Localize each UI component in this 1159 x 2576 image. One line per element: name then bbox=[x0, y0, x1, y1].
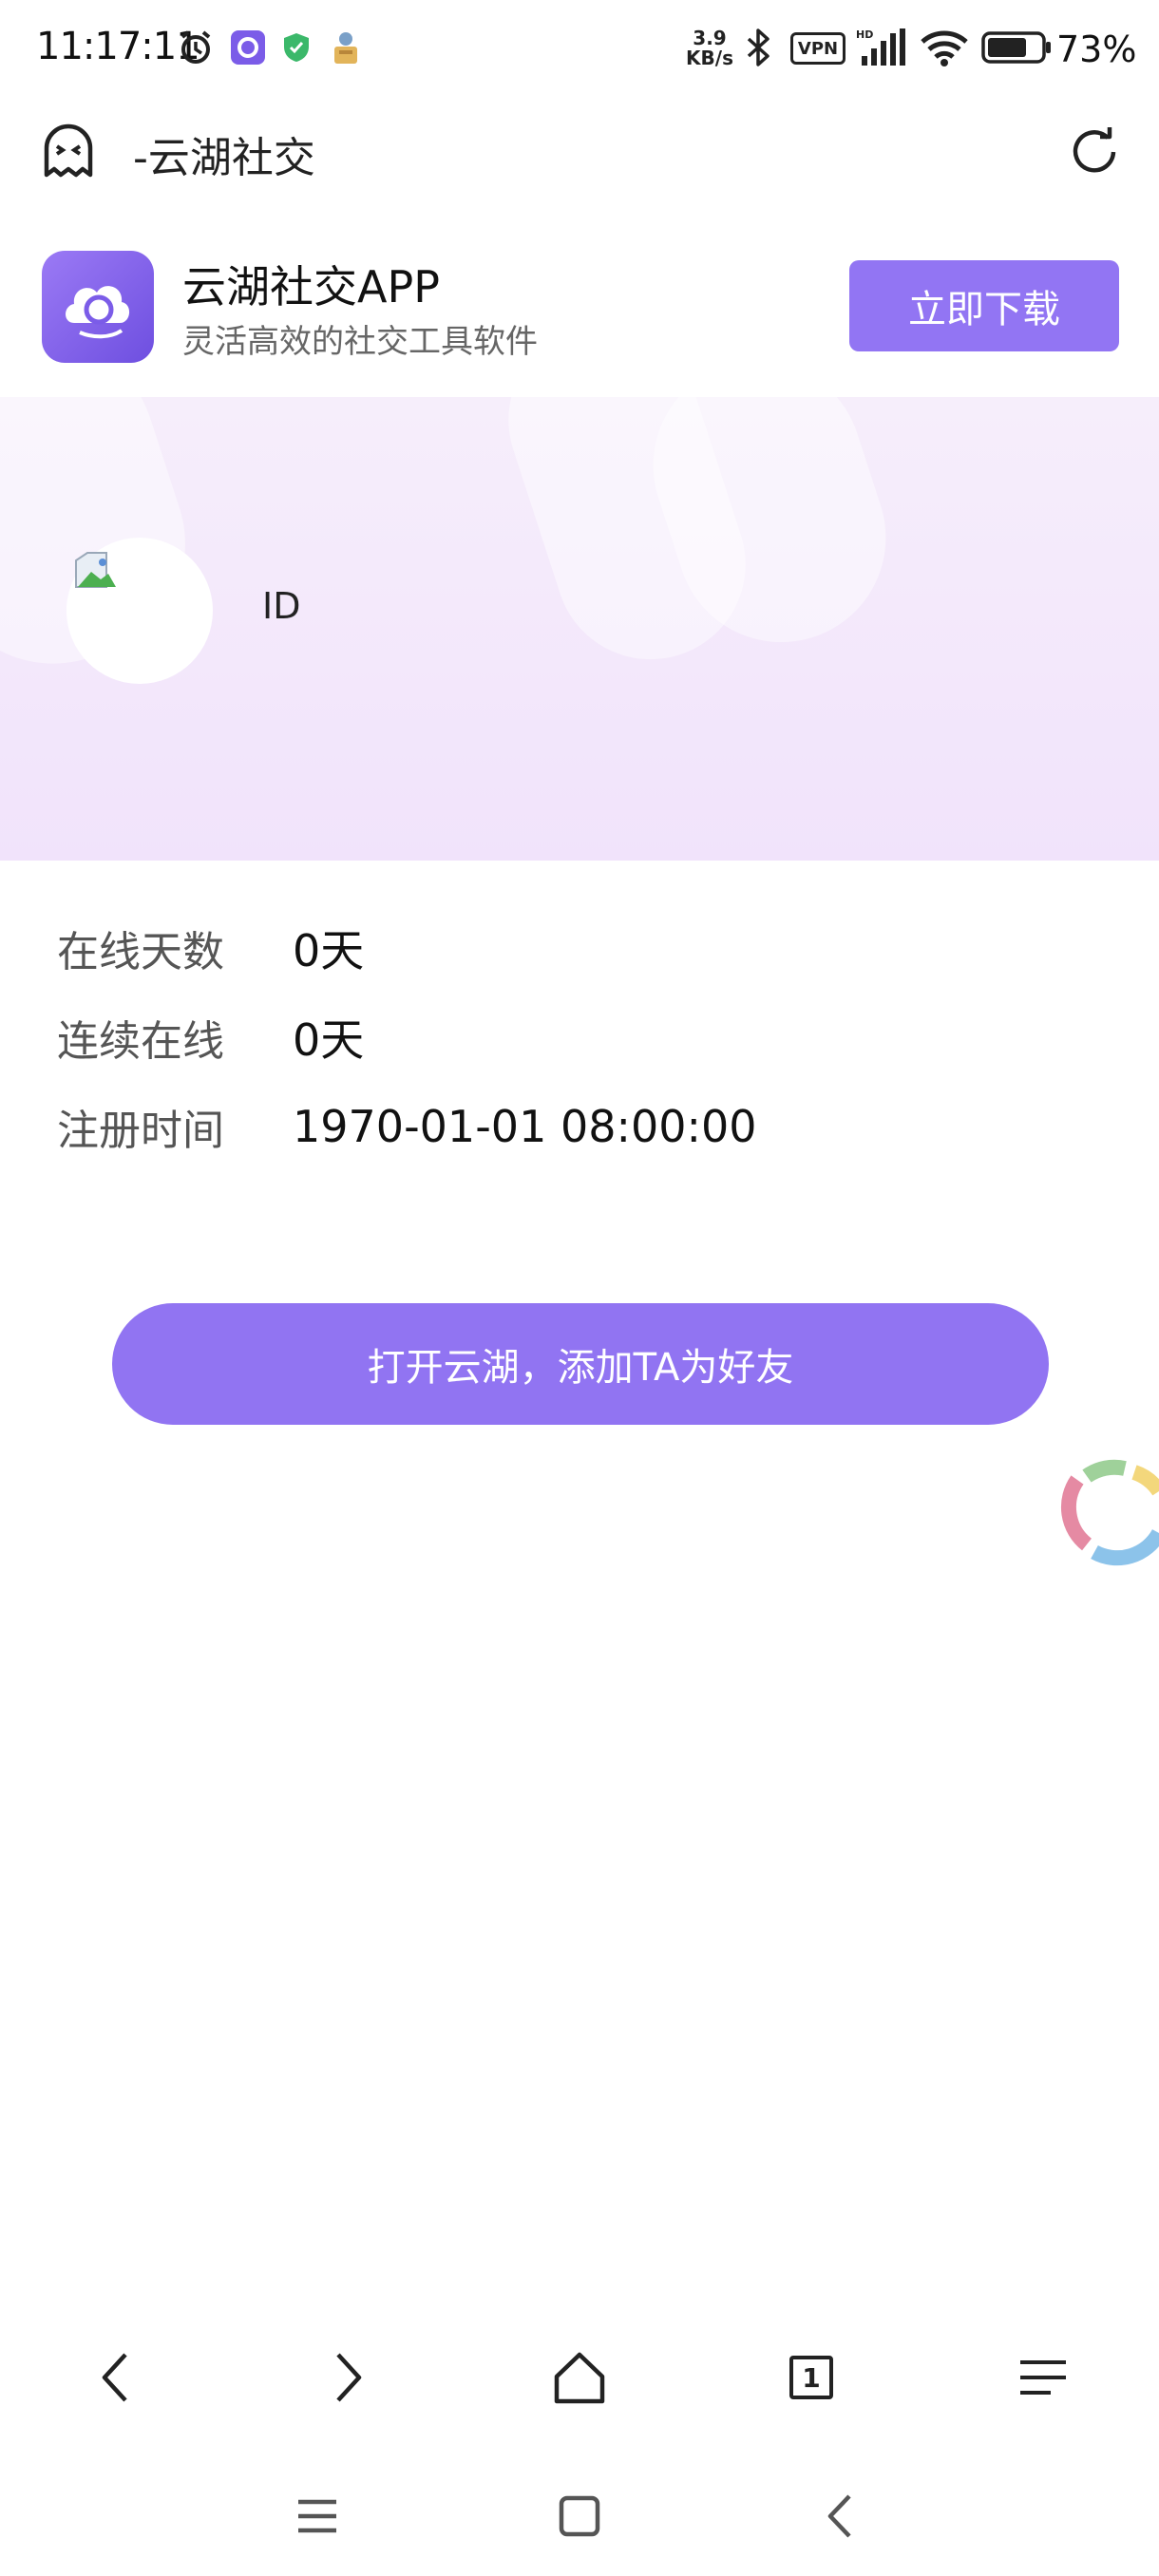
hd-label: HD bbox=[856, 28, 873, 41]
open-app-add-friend-button[interactable]: 打开云湖，添加TA为好友 bbox=[112, 1303, 1049, 1425]
alarm-icon bbox=[175, 27, 217, 68]
battery-percent: 73% bbox=[1056, 28, 1137, 70]
stat-value: 0天 bbox=[293, 1014, 365, 1066]
stat-value: 0天 bbox=[293, 925, 365, 976]
app-download-banner: 云湖社交APP 灵活高效的社交工具软件 立即下载 bbox=[0, 220, 1159, 397]
stat-value: 1970-01-01 08:00:00 bbox=[293, 1101, 757, 1152]
app-logo bbox=[42, 251, 154, 363]
stat-online-days: 在线天数 0天 bbox=[57, 919, 364, 976]
net-speed-unit: KB/s bbox=[686, 47, 733, 69]
stat-register-time: 注册时间 1970-01-01 08:00:00 bbox=[57, 1098, 757, 1155]
tabs-icon[interactable]: 1 bbox=[773, 2344, 849, 2411]
bluetooth-icon bbox=[739, 27, 777, 68]
browser-bottom-nav: 1 bbox=[0, 2318, 1159, 2435]
profile-header: ID bbox=[0, 397, 1159, 861]
browser-top-bar: -云湖社交 bbox=[0, 99, 1159, 205]
net-speed-value: 3.9 bbox=[693, 27, 727, 49]
system-nav-bar bbox=[0, 2460, 1159, 2576]
status-bar: 11:17:11 3.9 KB/s VPN HD 73% bbox=[0, 0, 1159, 99]
shield-icon bbox=[279, 27, 314, 68]
signal-icon: HD bbox=[855, 27, 908, 68]
stat-label: 连续在线 bbox=[57, 1017, 224, 1066]
cloud-logo-icon bbox=[66, 286, 130, 339]
system-back-icon[interactable] bbox=[802, 2483, 878, 2549]
back-icon[interactable] bbox=[78, 2344, 154, 2411]
yunhu-app-icon bbox=[228, 27, 268, 68]
stat-label: 注册时间 bbox=[57, 1107, 224, 1155]
notification-app-icon bbox=[327, 27, 365, 68]
net-speed: 3.9 KB/s bbox=[680, 28, 739, 68]
home-square-icon[interactable] bbox=[542, 2483, 618, 2549]
stat-label: 在线天数 bbox=[57, 928, 224, 976]
user-id-label: ID bbox=[262, 585, 301, 627]
vpn-badge: VPN bbox=[790, 32, 846, 65]
app-name: 云湖社交APP bbox=[182, 261, 440, 313]
tab-count: 1 bbox=[789, 2356, 833, 2399]
broken-image-icon bbox=[74, 549, 118, 591]
ghost-icon[interactable] bbox=[38, 122, 99, 182]
floating-ring-widget[interactable] bbox=[1049, 1446, 1159, 1581]
app-description: 灵活高效的社交工具软件 bbox=[182, 323, 538, 361]
recent-apps-icon[interactable] bbox=[279, 2483, 355, 2549]
refresh-icon[interactable] bbox=[1062, 120, 1127, 184]
wifi-icon bbox=[918, 27, 971, 68]
browser-title: -云湖社交 bbox=[133, 134, 315, 182]
forward-icon[interactable] bbox=[310, 2344, 386, 2411]
stat-consecutive-online: 连续在线 0天 bbox=[57, 1009, 364, 1066]
menu-icon[interactable] bbox=[1005, 2344, 1081, 2411]
page: 11:17:11 3.9 KB/s VPN HD 73% -云湖社交 云湖社交A… bbox=[0, 0, 1159, 2576]
battery-icon bbox=[980, 27, 1053, 68]
download-button[interactable]: 立即下载 bbox=[849, 260, 1119, 351]
home-icon[interactable] bbox=[542, 2344, 618, 2411]
